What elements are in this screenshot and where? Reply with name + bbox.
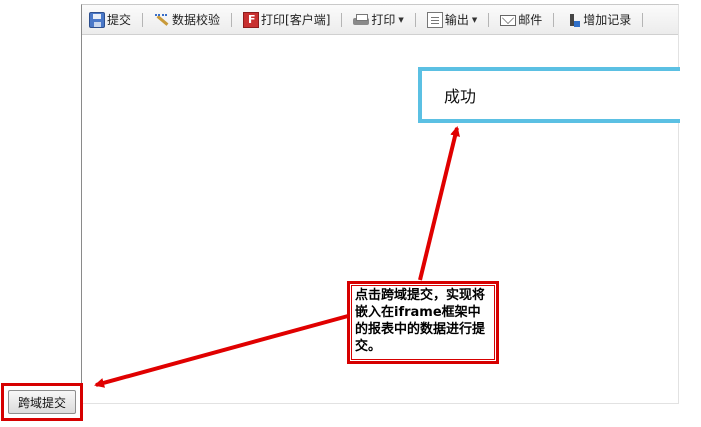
- report-toolbar: 提交 数据校验 打印[客户端] 打印 ▼ 输出 ▼ 邮件: [82, 5, 678, 35]
- submit-button[interactable]: 提交: [86, 9, 134, 31]
- export-button[interactable]: 输出 ▼: [424, 9, 480, 31]
- chevron-down-icon: ▼: [471, 15, 478, 24]
- callout-text: 点击跨域提交，实现将嵌入在iframe框架中的报表中的数据进行提交。: [355, 288, 486, 354]
- validate-button[interactable]: 数据校验: [151, 9, 223, 31]
- success-text: 成功: [444, 87, 477, 106]
- print-client-button[interactable]: 打印[客户端]: [240, 9, 333, 31]
- save-icon: [89, 11, 105, 28]
- toolbar-separator: [231, 12, 233, 27]
- submit-label: 提交: [107, 13, 132, 27]
- toolbar-separator: [142, 12, 144, 27]
- cross-domain-submit-button[interactable]: 跨域提交: [8, 390, 76, 414]
- add-record-button[interactable]: 增加记录: [562, 9, 634, 31]
- flash-print-icon: [243, 11, 260, 28]
- add-record-label: 增加记录: [583, 13, 632, 27]
- print-client-label: 打印[客户端]: [261, 13, 331, 27]
- chevron-down-icon: ▼: [398, 15, 404, 24]
- export-icon: [426, 11, 443, 28]
- mail-button[interactable]: 邮件: [497, 9, 545, 31]
- mail-icon: [500, 15, 517, 26]
- print-label: 打印: [371, 13, 396, 27]
- annotation-callout: 点击跨域提交，实现将嵌入在iframe框架中的报表中的数据进行提交。: [347, 281, 499, 364]
- toolbar-separator: [488, 12, 490, 27]
- mail-label: 邮件: [518, 13, 543, 27]
- toolbar-separator: [642, 12, 644, 27]
- add-record-icon: [565, 12, 581, 28]
- validate-label: 数据校验: [172, 13, 221, 27]
- validate-icon: [154, 12, 170, 28]
- success-message-box: 成功: [418, 67, 680, 123]
- export-label: 输出: [444, 13, 469, 27]
- cross-domain-button-highlight: 跨域提交: [1, 383, 83, 421]
- toolbar-separator: [414, 12, 416, 27]
- toolbar-separator: [341, 12, 343, 27]
- print-button[interactable]: 打印 ▼: [350, 9, 406, 31]
- printer-icon: [353, 12, 370, 28]
- toolbar-separator: [553, 12, 555, 27]
